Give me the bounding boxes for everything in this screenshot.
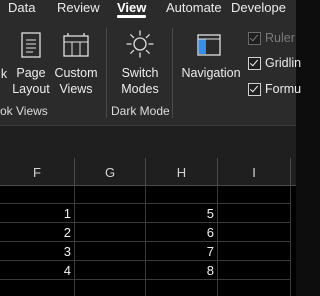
- cell-h[interactable]: 6: [146, 223, 218, 242]
- checkbox-box: [248, 83, 261, 96]
- formula-bar-label: Formu: [265, 82, 302, 96]
- worksheet-grid: 1 5 2 6 3 7 4 8: [0, 186, 296, 296]
- page-layout-label-2: Layout: [12, 82, 50, 96]
- tab-data[interactable]: Data: [8, 0, 35, 20]
- page-layout-button[interactable]: Page Layout: [10, 20, 52, 100]
- tab-review[interactable]: Review: [57, 0, 100, 20]
- cell-i[interactable]: [218, 261, 291, 280]
- ruler-label: Ruler: [265, 31, 295, 45]
- custom-views-icon: [63, 33, 89, 57]
- checkbox-box: [248, 32, 261, 45]
- cell-i[interactable]: [218, 223, 291, 242]
- page-layout-icon: [21, 32, 41, 58]
- cell-empty[interactable]: [218, 186, 291, 204]
- navigation-label: Navigation: [181, 66, 241, 80]
- cell-empty[interactable]: [0, 186, 75, 204]
- cell-g[interactable]: [75, 223, 146, 242]
- cell-i[interactable]: [218, 242, 291, 261]
- tab-view[interactable]: View: [117, 0, 147, 20]
- switch-modes-button[interactable]: Switch Modes: [112, 20, 168, 100]
- ribbon-tab-bar: Data Review View Automate Develope: [0, 0, 296, 20]
- cell-h[interactable]: 7: [146, 242, 218, 261]
- cell-empty[interactable]: [75, 280, 146, 296]
- cell-f[interactable]: 3: [0, 242, 75, 261]
- switch-modes-label-1: Switch: [121, 66, 159, 80]
- cell-empty[interactable]: [0, 280, 75, 296]
- workbook-views-group-label: ok Views: [0, 104, 48, 118]
- cell-i[interactable]: [218, 204, 291, 223]
- cell-empty[interactable]: [75, 186, 146, 204]
- custom-views-label-2: Views: [59, 82, 93, 96]
- navigation-button[interactable]: Navigation: [178, 20, 244, 100]
- column-header-h[interactable]: H: [146, 158, 218, 185]
- group-separator: [106, 28, 107, 118]
- switch-modes-label-2: Modes: [121, 82, 159, 96]
- gridlines-label: Gridlin: [265, 56, 302, 70]
- tab-developer[interactable]: Develope: [231, 0, 286, 20]
- ribbon: k Page Layout Custom Views ok Views Swit…: [0, 20, 301, 125]
- cell-f[interactable]: 4: [0, 261, 75, 280]
- column-header-g[interactable]: G: [75, 158, 146, 185]
- cell-empty[interactable]: [218, 280, 291, 296]
- column-header-i[interactable]: I: [218, 158, 291, 185]
- sun-icon: [126, 30, 154, 58]
- cell-empty[interactable]: [146, 280, 218, 296]
- custom-views-button[interactable]: Custom Views: [53, 20, 99, 100]
- cell-f[interactable]: 2: [0, 223, 75, 242]
- normal-view-button[interactable]: k: [0, 66, 8, 82]
- cell-h[interactable]: 8: [146, 261, 218, 280]
- navigation-pane-icon: [197, 34, 221, 56]
- cell-g[interactable]: [75, 204, 146, 223]
- group-separator: [172, 28, 173, 118]
- normal-view-label: k: [0, 67, 8, 81]
- cell-h[interactable]: 5: [146, 204, 218, 223]
- column-header-f[interactable]: F: [0, 158, 75, 185]
- cell-g[interactable]: [75, 242, 146, 261]
- dark-mode-group-label: Dark Mode: [111, 104, 170, 118]
- cell-f[interactable]: 1: [0, 204, 75, 223]
- column-header-row: F G H I: [0, 158, 296, 186]
- tab-automate[interactable]: Automate: [166, 0, 222, 20]
- page-layout-label-1: Page: [16, 66, 46, 80]
- formula-bar[interactable]: [0, 125, 296, 159]
- custom-views-label-1: Custom: [54, 66, 98, 80]
- cell-g[interactable]: [75, 261, 146, 280]
- checkbox-box: [248, 57, 261, 70]
- cell-empty[interactable]: [146, 186, 218, 204]
